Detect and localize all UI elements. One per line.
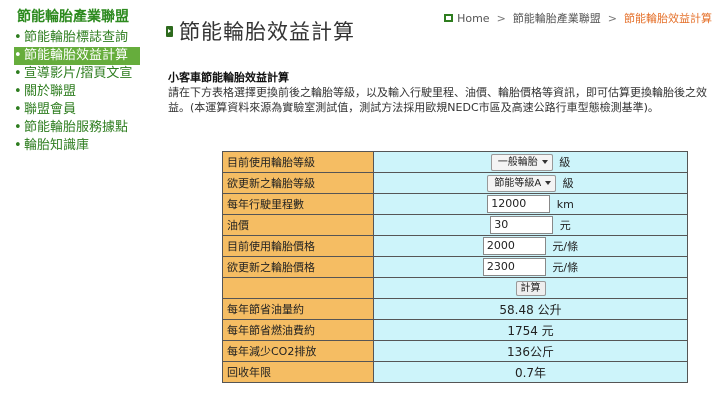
current-grade-value: 一般輪胎 [497,156,538,168]
bullet-icon: • [14,138,22,153]
brand-title[interactable]: 節能輪胎產業聯盟 [17,6,129,26]
table-row: 回收年限 0.7年 [222,361,688,383]
sidebar-item-members[interactable]: • 聯盟會員 [14,101,140,119]
breadcrumb-separator: > [496,11,506,25]
sidebar-item-label-search[interactable]: • 節能輪胎標誌查詢 [14,29,140,47]
current-grade-label: 目前使用輪胎等級 [222,151,374,173]
payback-label: 回收年限 [222,361,374,383]
table-row: 每年節省燃油費約 1754 元 [222,319,688,341]
fuel-price-cell: 30 元 [373,214,688,236]
breadcrumb: Home > 節能輪胎產業聯盟 > 節能輪胎效益計算 [444,10,712,26]
calculator-table: 目前使用輪胎等級 一般輪胎 級 欲更新之輪胎等級 節能等級A 級 每年行駛里程數… [222,151,688,383]
bullet-icon: • [14,84,22,99]
sidebar-item-label: 關於聯盟 [24,84,77,99]
mileage-cell: 12000 km [373,193,688,215]
home-icon[interactable] [444,14,454,22]
grade-unit: 級 [562,177,574,190]
page-title: 節能輪胎效益計算 [179,20,355,44]
bullet-icon: • [14,48,22,63]
payback-value: 0.7年 [373,361,688,383]
new-grade-value: 節能等級A [494,177,542,189]
fuel-price-label: 油價 [222,214,374,236]
bullet-icon: • [14,102,22,117]
bullet-icon: • [14,66,22,81]
table-row: 計算 [222,277,688,299]
mileage-label: 每年行駛里程數 [222,193,374,215]
mileage-input[interactable]: 12000 [487,195,551,213]
table-row: 欲更新之輪胎價格 2300 元/條 [222,256,688,278]
fuel-saved-value: 58.48 公升 [373,298,688,320]
sidebar-item-label: 節能輪胎服務據點 [24,120,129,135]
breadcrumb-current: 節能輪胎效益計算 [624,12,712,25]
current-price-input[interactable]: 2000 [482,237,546,255]
sidebar-menu: • 節能輪胎標誌查詢 • 節能輪胎效益計算 • 宣導影片/摺頁文宣 • 關於聯盟… [14,29,140,155]
sidebar-item-label: 節能輪胎標誌查詢 [24,30,129,45]
sidebar-item-service-points[interactable]: • 節能輪胎服務據點 [14,119,140,137]
current-price-unit: 元/條 [552,240,579,253]
sidebar-item-label: 宣導影片/摺頁文宣 [24,66,133,81]
table-row: 目前使用輪胎價格 2000 元/條 [222,235,688,257]
bullet-icon: • [14,120,22,135]
cost-saved-label: 每年節省燃油費約 [222,319,374,341]
sidebar-item-benefit-calc[interactable]: • 節能輪胎效益計算 [14,47,140,65]
grade-unit: 級 [559,156,571,169]
page-title-area: 節能輪胎效益計算 [166,16,355,46]
new-grade-label: 欲更新之輪胎等級 [222,172,374,194]
mileage-unit: km [556,197,574,211]
current-price-label: 目前使用輪胎價格 [222,235,374,257]
sidebar-item-about[interactable]: • 關於聯盟 [14,83,140,101]
table-row: 每年減少CO2排放 136公斤 [222,340,688,362]
current-price-cell: 2000 元/條 [373,235,688,257]
fuel-saved-label: 每年節省油量約 [222,298,374,320]
new-grade-cell: 節能等級A 級 [373,172,688,194]
new-price-input[interactable]: 2300 [482,258,546,276]
breadcrumb-alliance[interactable]: 節能輪胎產業聯盟 [513,10,601,26]
fuel-price-input[interactable]: 30 [490,216,554,234]
intro-text: 請在下方表格選擇更換前後之輪胎等級，以及輸入行駛里程、油價、輪胎價格等資訊，即可… [168,86,707,114]
breadcrumb-home[interactable]: Home [457,12,489,25]
button-row-label [222,277,374,299]
button-cell: 計算 [373,277,688,299]
table-row: 每年節省油量約 58.48 公升 [222,298,688,320]
sidebar-item-label: 聯盟會員 [24,102,77,117]
new-price-cell: 2300 元/條 [373,256,688,278]
breadcrumb-separator: > [607,11,617,25]
current-grade-select[interactable]: 一般輪胎 [490,153,553,171]
sidebar-item-knowledge[interactable]: • 輪胎知識庫 [14,137,140,155]
calculate-button[interactable]: 計算 [515,280,546,296]
intro-section: 小客車節能輪胎效益計算 請在下方表格選擇更換前後之輪胎等級，以及輸入行駛里程、油… [168,70,708,115]
chevron-down-icon [541,159,548,164]
chevron-down-icon [545,180,552,185]
co2-reduced-label: 每年減少CO2排放 [222,340,374,362]
new-price-unit: 元/條 [552,261,579,274]
table-row: 欲更新之輪胎等級 節能等級A 級 [222,172,688,194]
sidebar-item-promo-videos[interactable]: • 宣導影片/摺頁文宣 [14,65,140,83]
sidebar-item-label: 輪胎知識庫 [24,138,90,153]
title-arrow-icon [166,25,173,37]
cost-saved-value: 1754 元 [373,319,688,341]
intro-title: 小客車節能輪胎效益計算 [168,71,289,84]
current-grade-cell: 一般輪胎 級 [373,151,688,173]
fuel-price-unit: 元 [559,219,571,232]
table-row: 目前使用輪胎等級 一般輪胎 級 [222,151,688,173]
table-row: 油價 30 元 [222,214,688,236]
sidebar: 節能輪胎產業聯盟 • 節能輪胎標誌查詢 • 節能輪胎效益計算 • 宣導影片/摺頁… [0,0,150,413]
bullet-icon: • [14,30,22,45]
new-price-label: 欲更新之輪胎價格 [222,256,374,278]
new-grade-select[interactable]: 節能等級A [487,174,557,192]
co2-reduced-value: 136公斤 [373,340,688,362]
sidebar-item-label: 節能輪胎效益計算 [24,48,129,63]
table-row: 每年行駛里程數 12000 km [222,193,688,215]
